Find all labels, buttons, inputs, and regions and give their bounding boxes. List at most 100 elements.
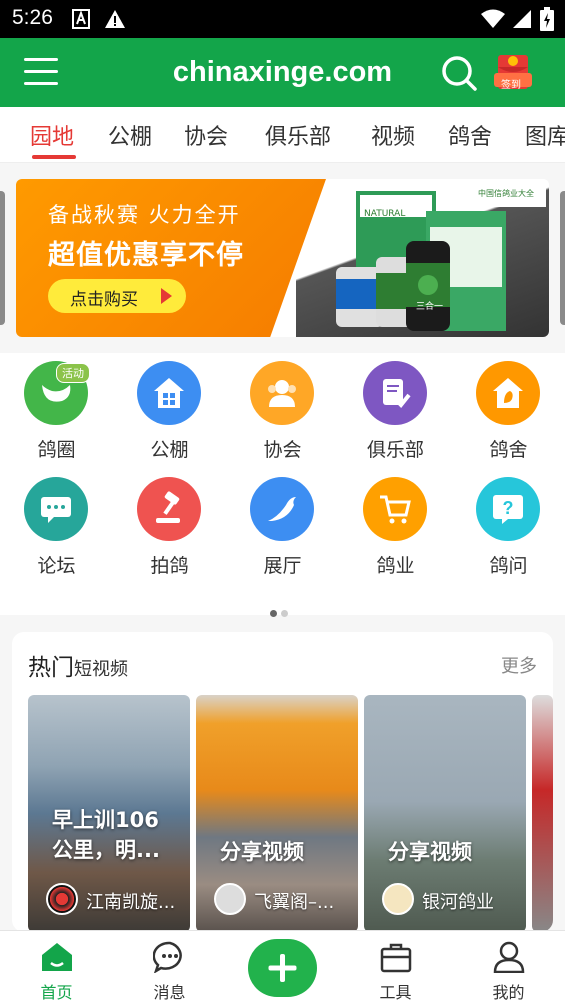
warning-icon (105, 10, 125, 28)
video-card[interactable]: 分享视频 银河鸽业 (364, 695, 526, 932)
tab-video[interactable]: 视频 (371, 119, 415, 151)
activity-badge: 活动 (56, 363, 90, 383)
grid-label: 公棚 (150, 439, 189, 461)
promo-banner[interactable]: 备战秋赛 火力全开 超值优惠享不停 点击购买 NATURAL 三合一 中国信鸽业… (16, 179, 549, 337)
grid-label: 协会 (263, 439, 302, 461)
grid-label: 鸽业 (376, 555, 415, 577)
nav-label: 消息 (153, 983, 186, 1002)
nav-profile[interactable]: 我的 (452, 931, 565, 1004)
video-card[interactable]: 早上训106 公里，明... 江南凯旋... (28, 695, 190, 932)
grid-item-questions[interactable]: ? 鸽问 (452, 469, 565, 579)
grid-item-association[interactable]: 协会 (226, 353, 339, 463)
product-name: 三合一 (416, 302, 444, 312)
play-arrow-icon (161, 288, 172, 304)
status-bar: 5:26 (0, 0, 565, 38)
banner-carousel: 备战秋赛 火力全开 超值优惠享不停 点击购买 NATURAL 三合一 中国信鸽业… (0, 163, 565, 353)
site-title: chinaxinge.com (172, 56, 393, 88)
status-time: 5:26 (12, 6, 53, 29)
banner-line1: 备战秋赛 火力全开 (48, 203, 241, 227)
video-card[interactable]: 分享视频 飞翼阁–... (196, 695, 358, 932)
video-card-peek[interactable] (532, 695, 553, 932)
notification-a-icon (72, 9, 90, 29)
message-icon (153, 941, 182, 973)
section-title: 热门短视频 (28, 648, 128, 682)
document-check-icon (383, 379, 411, 408)
nav-label: 我的 (492, 983, 525, 1002)
buy-now-label: 点击购买 (70, 290, 138, 310)
sign-label: 签到 (501, 80, 521, 91)
hot-title: 热门 (28, 655, 74, 681)
grid-label: 鸽问 (489, 555, 528, 577)
nav-messages[interactable]: 消息 (113, 931, 226, 1004)
pigeon-icon (268, 497, 296, 521)
grid-item-auction[interactable]: 拍鸽 (113, 469, 226, 579)
search-icon[interactable] (440, 54, 478, 92)
tab-garden[interactable]: 园地 (30, 119, 74, 151)
grid-item-industry[interactable]: 鸽业 (339, 469, 452, 579)
active-tab-indicator (32, 155, 76, 159)
nav-label: 工具 (379, 983, 412, 1002)
more-link[interactable]: 更多 (501, 652, 537, 678)
avatar (382, 883, 414, 915)
nav-tools[interactable]: 工具 (339, 931, 452, 1004)
grid-item-pigeon-house[interactable]: 鸽舍 (452, 353, 565, 463)
avatar (214, 883, 246, 915)
grid-label: 展厅 (263, 555, 302, 577)
grid-item-showroom[interactable]: 展厅 (226, 469, 339, 579)
category-tabs: 园地 公棚 协会 俱乐部 视频 鸽舍 图库 (0, 107, 565, 163)
buy-now-button[interactable]: 点击购买 (48, 279, 186, 313)
tab-association[interactable]: 协会 (184, 119, 228, 151)
tab-pigeon-house[interactable]: 鸽舍 (448, 119, 492, 151)
tab-club[interactable]: 俱乐部 (265, 119, 331, 151)
grid-label: 俱乐部 (366, 439, 424, 461)
grid-item-club[interactable]: 俱乐部 (339, 353, 452, 463)
author-name: 飞翼阁–... (254, 892, 335, 913)
video-author: 银河鸽业 (382, 883, 526, 917)
site-tag: 中国信鸽业大全 (478, 189, 534, 198)
app-header: chinaxinge.com 签到 (0, 38, 565, 107)
user-icon (493, 941, 525, 973)
prev-banner-peek (0, 191, 5, 325)
signal-icon (513, 10, 531, 28)
auction-hammer-icon (156, 491, 180, 523)
nav-home[interactable]: 首页 (0, 931, 113, 1004)
grid-label: 鸽圈 (37, 439, 76, 461)
next-banner-peek (560, 191, 565, 325)
tab-gallery[interactable]: 图库 (525, 119, 565, 151)
video-title: 分享视频 (220, 840, 304, 864)
grid-label: 鸽舍 (489, 439, 528, 461)
product-image (336, 187, 546, 331)
nav-label: 首页 (40, 983, 73, 1002)
briefcase-icon (380, 943, 412, 973)
question-icon: ? (493, 495, 523, 524)
grid-item-pigeon-circle[interactable]: 活动 鸽圈 (0, 353, 113, 463)
bottom-navigation: 首页 消息 工具 我的 (0, 930, 565, 1004)
add-button[interactable] (248, 939, 317, 997)
grid-item-loft[interactable]: 公棚 (113, 353, 226, 463)
plus-icon (268, 954, 297, 982)
forum-icon (41, 497, 71, 523)
people-icon (268, 380, 296, 407)
video-title-line2: 公里，明... (52, 838, 160, 862)
hot-videos-section: 热门短视频 更多 早上训106 公里，明... 江南凯旋... 分享视频 飞翼阁… (12, 632, 553, 932)
author-name: 银河鸽业 (422, 892, 494, 913)
author-name: 江南凯旋... (86, 892, 176, 913)
cart-icon (380, 495, 411, 524)
video-author: 飞翼阁–... (214, 883, 358, 917)
wifi-icon (481, 9, 505, 28)
battery-icon (540, 7, 554, 31)
grid-label: 论坛 (37, 555, 76, 577)
avatar (46, 883, 78, 915)
grid-label: 拍鸽 (150, 555, 189, 577)
sign-in-button[interactable]: 签到 (492, 51, 534, 93)
svg-text:?: ? (503, 498, 514, 518)
feature-grid: 活动 鸽圈 公棚 协会 俱乐部 鸽舍 论坛 拍鸽 展厅 鸽业 ? 鸽问 (0, 353, 565, 617)
video-title: 早上训106 (52, 808, 159, 832)
grid-item-forum[interactable]: 论坛 (0, 469, 113, 579)
home-bird-icon (493, 378, 523, 408)
home-icon (42, 943, 72, 971)
tab-loft[interactable]: 公棚 (108, 119, 152, 151)
hot-subtitle: 短视频 (74, 659, 128, 680)
product-brand: NATURAL (364, 209, 406, 219)
page-indicator (270, 602, 292, 621)
